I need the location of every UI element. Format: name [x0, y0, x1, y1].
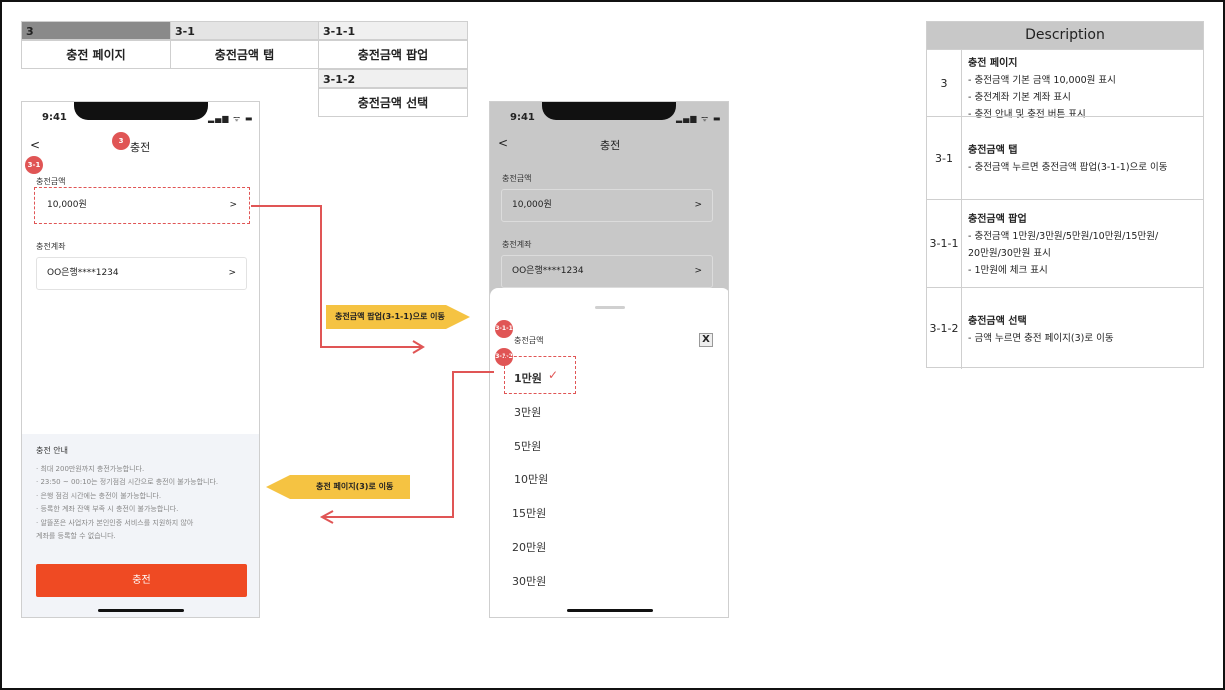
desc-title: 충전 페이지	[968, 58, 1018, 69]
desc-line: - 충전금액 1만원/3만원/5만원/10만원/15만원/	[968, 231, 1159, 242]
desc-title: 충전금액 탭	[968, 145, 1018, 156]
desc-row-3-1-1: 3-1-1 충전금액 팝업 - 충전금액 1만원/3만원/5만원/10만원/15…	[927, 199, 1203, 287]
desc-num: 3-1-2	[927, 288, 962, 369]
desc-line: - 금액 누르면 충전 페이지(3)로 이동	[968, 333, 1114, 344]
desc-line: - 충전금액 기본 금액 10,000원 표시	[968, 75, 1116, 86]
description-table: Description 3 충전 페이지 - 충전금액 기본 금액 10,000…	[926, 21, 1204, 369]
desc-row-3-1-2: 3-1-2 충전금액 선택 - 금액 누르면 충전 페이지(3)로 이동	[927, 287, 1203, 369]
desc-row-3: 3 충전 페이지 - 충전금액 기본 금액 10,000원 표시 - 충전계좌 …	[927, 49, 1203, 120]
desc-num: 3-1-1	[927, 200, 962, 287]
desc-title: 충전금액 선택	[968, 316, 1027, 327]
desc-line: - 충전계좌 기본 계좌 표시	[968, 92, 1071, 103]
desc-title: 충전금액 팝업	[968, 214, 1027, 225]
description-title: Description	[927, 22, 1203, 49]
desc-row-3-1: 3-1 충전금액 탭 - 충전금액 누르면 충전금액 팝업(3-1-1)으로 이…	[927, 116, 1203, 199]
callout-to-popup: 충전금액 팝업(3-1-1)으로 이동	[335, 312, 445, 321]
desc-line: 20만원/30만원 표시	[968, 248, 1051, 259]
desc-num: 3-1	[927, 117, 962, 199]
desc-line: - 충전금액 누르면 충전금액 팝업(3-1-1)으로 이동	[968, 162, 1168, 173]
desc-line: - 1만원에 체크 표시	[968, 265, 1048, 276]
desc-num: 3	[927, 50, 962, 116]
callout-to-page: 충전 페이지(3)로 이동	[316, 482, 394, 491]
